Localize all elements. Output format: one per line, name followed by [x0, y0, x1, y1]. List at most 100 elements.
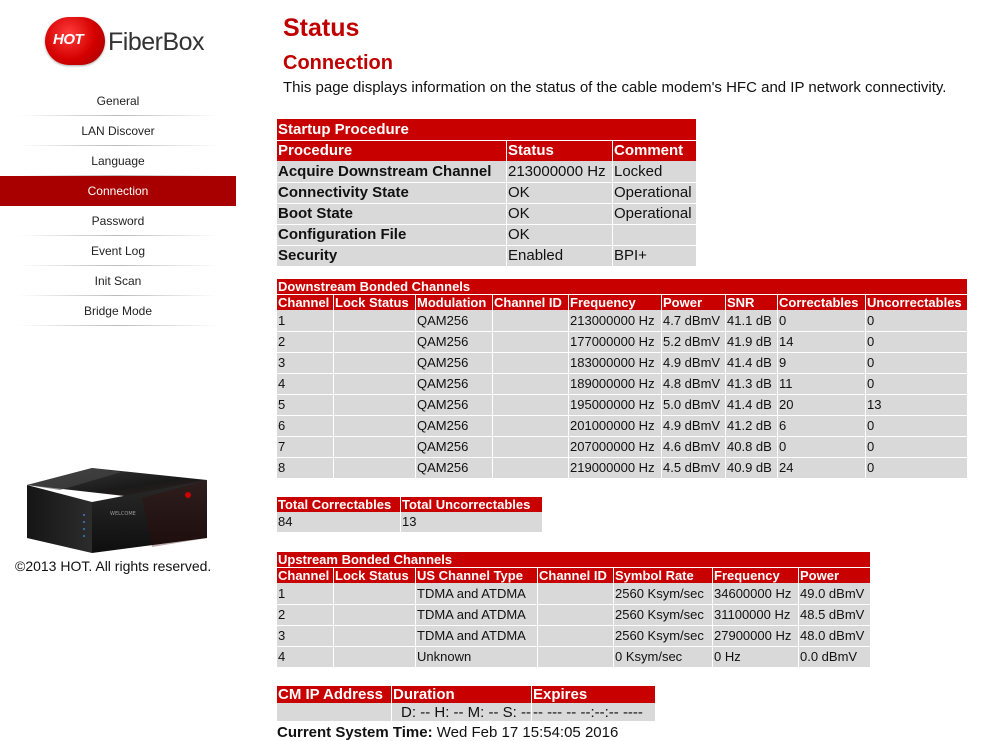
table-cell: 2560 Ksym/sec	[613, 583, 713, 605]
column-header: SNR	[725, 294, 778, 310]
table-title: Startup Procedure	[277, 119, 696, 141]
table-cell	[537, 583, 614, 605]
table-cell: 219000000 Hz	[568, 457, 662, 479]
table-cell: 5.0 dBmV	[661, 394, 726, 416]
comment-cell	[612, 224, 696, 246]
procedure-cell: Acquire Downstream Channel	[277, 161, 507, 183]
table-cell: 24	[777, 457, 866, 479]
table-cell: 1	[277, 583, 334, 605]
table-cell: 4.9 dBmV	[661, 415, 726, 437]
table-cell	[492, 331, 569, 353]
table-cell: 0	[865, 331, 967, 353]
table-cell	[492, 457, 569, 479]
status-cell: OK	[506, 203, 613, 225]
table-cell	[333, 415, 416, 437]
startup-procedure-table: Startup Procedure Procedure Status Comme…	[277, 119, 696, 267]
table-cell: 2	[277, 604, 334, 626]
table-cell: 0	[865, 457, 967, 479]
table-row: 2 QAM256 177000000 Hz 5.2 dBmV 41.9 dB 1…	[277, 331, 967, 353]
table-cell: 3	[277, 352, 334, 374]
table-cell	[492, 373, 569, 395]
table-row: 3 QAM256 183000000 Hz 4.9 dBmV 41.4 dB 9…	[277, 352, 967, 374]
table-cell	[333, 457, 416, 479]
table-title: Downstream Bonded Channels	[277, 279, 967, 295]
table-cell	[333, 373, 416, 395]
procedure-cell: Connectivity State	[277, 182, 507, 204]
duration-value: D: -- H: -- M: -- S: --	[391, 703, 532, 722]
table-cell	[492, 436, 569, 458]
page-title: Status	[283, 14, 360, 42]
column-header: Procedure	[277, 140, 507, 161]
downstream-channels-table: Downstream Bonded Channels Channel Lock …	[277, 279, 967, 479]
column-header: Expires	[531, 686, 655, 703]
table-cell: 213000000 Hz	[568, 310, 662, 332]
table-cell	[537, 604, 614, 626]
status-cell: Enabled	[506, 245, 613, 267]
table-row: 5 QAM256 195000000 Hz 5.0 dBmV 41.4 dB 2…	[277, 394, 967, 416]
table-cell: 4	[277, 646, 334, 668]
table-cell: 41.2 dB	[725, 415, 778, 437]
table-cell: 4.7 dBmV	[661, 310, 726, 332]
column-header: Total Uncorrectables	[400, 497, 542, 512]
column-header: Channel	[277, 567, 334, 583]
column-header: Lock Status	[333, 294, 416, 310]
table-row: 1 TDMA and ATDMA 2560 Ksym/sec 34600000 …	[277, 583, 870, 605]
table-cell	[492, 310, 569, 332]
system-time-value: Wed Feb 17 15:54:05 2016	[436, 724, 619, 741]
table-cell: 31100000 Hz	[712, 604, 799, 626]
sidebar-item-bridge-mode[interactable]: Bridge Mode	[0, 296, 236, 326]
sidebar-item-general[interactable]: General	[0, 86, 236, 116]
table-cell: 1	[277, 310, 334, 332]
table-cell	[537, 625, 614, 647]
table-cell: 5.2 dBmV	[661, 331, 726, 353]
table-cell: 6	[277, 415, 334, 437]
logo-word: FiberBox	[108, 28, 205, 56]
total-correctables-value: 84	[277, 512, 401, 533]
table-cell: 9	[777, 352, 866, 374]
device-logo-dot	[185, 492, 191, 498]
table-cell: 41.1 dB	[725, 310, 778, 332]
column-header: Correctables	[777, 294, 866, 310]
sidebar-item-lan-discover[interactable]: LAN Discover	[0, 116, 236, 146]
table-cell: TDMA and ATDMA	[415, 604, 538, 626]
table-row: 4 QAM256 189000000 Hz 4.8 dBmV 41.3 dB 1…	[277, 373, 967, 395]
status-cell: OK	[506, 224, 613, 246]
table-cell: 34600000 Hz	[712, 583, 799, 605]
column-header: Channel ID	[537, 567, 614, 583]
table-cell: 3	[277, 625, 334, 647]
table-cell: 0	[865, 436, 967, 458]
upstream-channels-table: Upstream Bonded Channels Channel Lock St…	[277, 552, 870, 668]
table-cell: 0 Ksym/sec	[613, 646, 713, 668]
page-subtitle: Connection	[283, 52, 393, 74]
table-cell: 189000000 Hz	[568, 373, 662, 395]
table-cell	[333, 625, 416, 647]
table-cell: 49.0 dBmV	[798, 583, 870, 605]
hot-fiberbox-logo[interactable]: HOT FiberBox	[45, 17, 205, 65]
table-cell	[333, 310, 416, 332]
sidebar-item-init-scan[interactable]: Init Scan	[0, 266, 236, 296]
table-cell: 40.9 dB	[725, 457, 778, 479]
table-cell: QAM256	[415, 436, 493, 458]
status-cell: OK	[506, 182, 613, 204]
table-cell	[492, 415, 569, 437]
table-cell	[333, 394, 416, 416]
column-header: Power	[661, 294, 726, 310]
table-cell	[333, 331, 416, 353]
sidebar-item-password[interactable]: Password	[0, 206, 236, 236]
logo-mark-text: HOT	[53, 31, 84, 48]
sidebar-item-connection[interactable]: Connection	[0, 176, 236, 206]
column-header: Total Correctables	[277, 497, 401, 512]
table-cell: 40.8 dB	[725, 436, 778, 458]
table-cell: 0	[865, 415, 967, 437]
table-title: Upstream Bonded Channels	[277, 552, 870, 568]
table-cell: 6	[777, 415, 866, 437]
table-cell: QAM256	[415, 310, 493, 332]
table-row: 7 QAM256 207000000 Hz 4.6 dBmV 40.8 dB 0…	[277, 436, 967, 458]
sidebar-item-event-log[interactable]: Event Log	[0, 236, 236, 266]
table-cell: 41.3 dB	[725, 373, 778, 395]
sidebar-item-language[interactable]: Language	[0, 146, 236, 176]
column-header: Frequency	[568, 294, 662, 310]
sidebar: HOT FiberBox General LAN Discover Langua…	[0, 0, 236, 741]
table-cell: 0 Hz	[712, 646, 799, 668]
table-cell: 41.4 dB	[725, 352, 778, 374]
